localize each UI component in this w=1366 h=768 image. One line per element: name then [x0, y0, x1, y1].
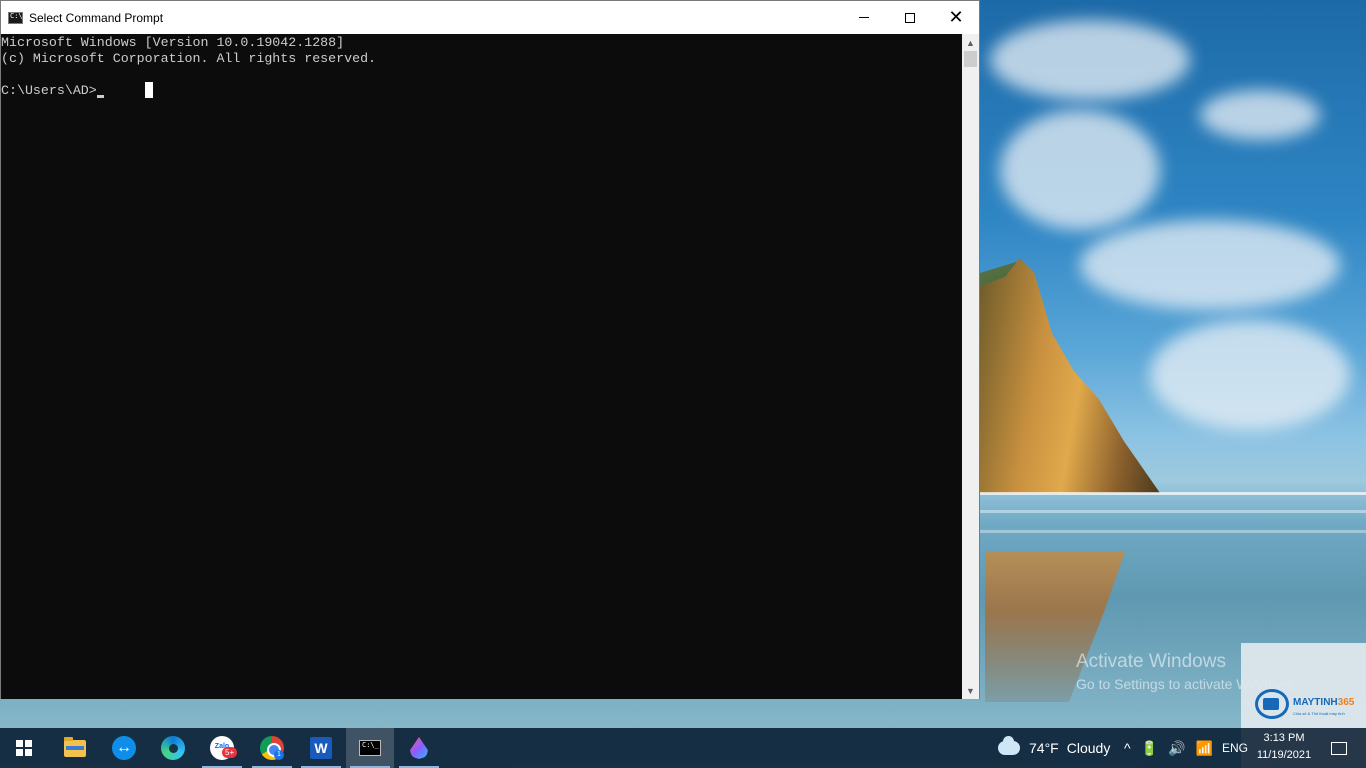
folder-icon [64, 736, 86, 757]
weather-temperature: 74°F [1029, 740, 1059, 756]
console-line: (c) Microsoft Corporation. All rights re… [1, 51, 377, 66]
scroll-down-button[interactable]: ▼ [962, 682, 979, 699]
wallpaper-surf [980, 510, 1366, 513]
volume-icon[interactable]: 🔊 [1168, 740, 1185, 757]
cmd-icon[interactable]: C:\_ [8, 12, 27, 24]
logo-tagline: Chia sẻ & Thủ thuật máy tính [1293, 711, 1345, 716]
start-button[interactable] [0, 728, 48, 768]
monitor-logo-icon [1255, 689, 1289, 719]
logo-text: MAYTINH365 [1293, 697, 1354, 708]
window-title: Select Command Prompt [29, 11, 164, 25]
taskbar-command-prompt[interactable]: C:\_ [346, 728, 394, 768]
logo-text-accent: 365 [1337, 697, 1355, 708]
logo-text-primary: MAYTINH [1293, 697, 1338, 708]
battery-icon[interactable]: 🔋 [1141, 740, 1158, 757]
scroll-up-button[interactable]: ▲ [962, 34, 979, 51]
minimize-button[interactable] [841, 1, 887, 34]
scrollbar-thumb[interactable] [964, 51, 977, 67]
taskbar-paint[interactable] [395, 728, 443, 768]
notification-icon [1331, 741, 1347, 755]
drop-icon [410, 737, 428, 759]
maximize-button[interactable] [887, 1, 933, 34]
cmd-icon: C:\_ [359, 740, 381, 756]
maytinh365-logo: MAYTINH365 Chia sẻ & Thủ thuật máy tính [1249, 683, 1359, 728]
action-center-button[interactable] [1324, 728, 1354, 768]
cloud-icon [998, 736, 1020, 755]
clock-date: 11/19/2021 [1256, 749, 1312, 761]
word-icon: W [310, 737, 332, 759]
selection-cursor [145, 82, 153, 98]
cmd-icon-glyph: C:\_ [10, 12, 27, 20]
vertical-scrollbar[interactable]: ▲ ▼ [962, 34, 979, 699]
command-prompt-window[interactable]: C:\_ Select Command Prompt ✕ Microsoft W… [0, 0, 980, 699]
close-button[interactable]: ✕ [933, 1, 979, 34]
chrome-profile-badge: 1 [274, 750, 284, 760]
weather-condition: Cloudy [1066, 740, 1111, 756]
wallpaper-cloud [1080, 220, 1340, 310]
console-line: Microsoft Windows [Version 10.0.19042.12… [1, 35, 345, 50]
clock-time: 3:13 PM [1263, 732, 1305, 744]
close-icon: ✕ [948, 6, 964, 28]
minimize-icon [859, 17, 869, 18]
taskbar-clock[interactable]: 3:13 PM 11/19/2021 [1253, 730, 1315, 764]
taskbar-file-explorer[interactable] [51, 728, 99, 768]
wallpaper-cloud [990, 20, 1190, 100]
teamviewer-icon [112, 736, 136, 760]
wallpaper-cloud [1200, 90, 1320, 140]
windows-icon [16, 740, 32, 756]
weather-widget[interactable]: 74°F Cloudy [998, 728, 1110, 768]
system-tray: ^ 🔋 🔊 📶 [1124, 728, 1223, 768]
activate-windows-title: Activate Windows [1076, 651, 1226, 672]
chevron-down-icon: ▼ [966, 685, 975, 696]
zalo-notification-badge: 5+ [222, 747, 238, 758]
taskbar-teamviewer[interactable] [100, 728, 148, 768]
chevron-up-icon: ▲ [966, 37, 975, 48]
console-output[interactable]: Microsoft Windows [Version 10.0.19042.12… [1, 34, 962, 699]
window-titlebar[interactable]: C:\_ Select Command Prompt ✕ [1, 1, 979, 34]
wallpaper-surf [980, 530, 1366, 533]
show-hidden-icons-chevron-icon[interactable]: ^ [1124, 740, 1131, 756]
wallpaper-surf [980, 492, 1366, 495]
console-prompt[interactable]: C:\Users\AD> [1, 83, 97, 99]
wifi-icon[interactable]: 📶 [1195, 740, 1212, 757]
text-cursor [97, 95, 104, 98]
maximize-icon [905, 12, 915, 23]
language-indicator[interactable]: ENG [1222, 728, 1248, 768]
edge-icon [161, 736, 185, 760]
taskbar-chrome[interactable] [248, 728, 296, 768]
taskbar-word[interactable]: W [297, 728, 345, 768]
wallpaper-cloud [1150, 320, 1350, 430]
wallpaper-cloud [1000, 110, 1160, 230]
taskbar-edge[interactable] [149, 728, 197, 768]
taskbar-zalo[interactable] [198, 728, 246, 768]
